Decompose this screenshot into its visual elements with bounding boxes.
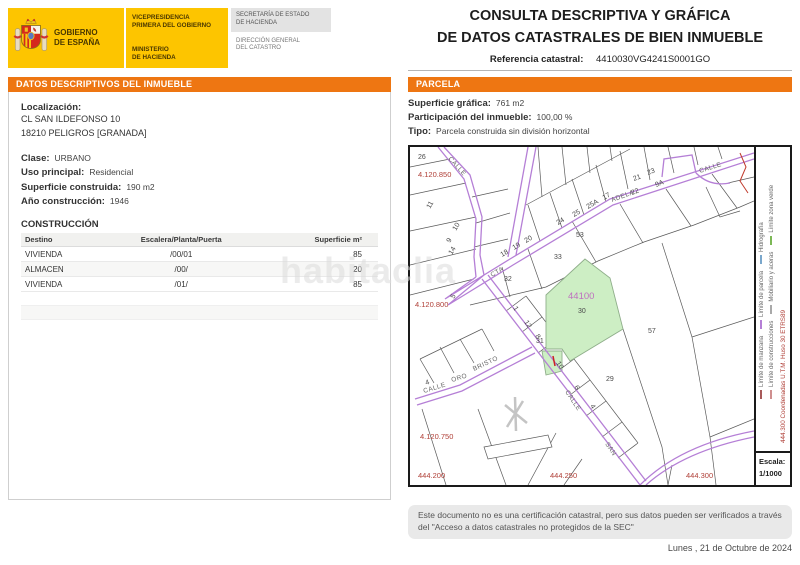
field-value: 190 m2 (126, 181, 155, 192)
property-fields: Clase: URBANO Uso principal: Residencial Sup… (21, 153, 378, 208)
secretaria-block: SECRETARÍA DE ESTADO DE HACIENDA DIRECCI… (231, 8, 331, 68)
logo-line1: GOBIERNO (54, 28, 98, 37)
scale-label: Escala: (759, 457, 786, 466)
map-label: 444.300 (686, 471, 713, 480)
field-row: Uso principal: Residencial (21, 167, 378, 178)
field-label: Superficie construida: (21, 181, 122, 193)
map-scale-box: Escala: 1/1000 (756, 451, 790, 485)
legend-entry: Mobiliario y aceras (769, 252, 775, 314)
logo-line2: DE ESPAÑA (54, 38, 101, 47)
table-row: VIVIENDA/00/01 85 (21, 246, 378, 263)
ministry-block: VICEPRESIDENCIA PRIMERA DEL GOBIERNO MIN… (126, 8, 228, 68)
map-label: 32 (504, 276, 512, 283)
construction-table-body: VIVIENDA/00/01 85 ALMACEN/00/20 VIVIENDA/01… (21, 246, 378, 293)
field-value: Residencial (89, 167, 134, 178)
field-row: Superficie construida: 190 m2 (21, 182, 378, 193)
cadastral-map-svg: 4.120.850 4.120.800 4.120.750 444.200 444.25… (410, 147, 754, 485)
legend-entry: Límite de construcciones (769, 321, 775, 399)
scale-value: 1/1000 (759, 469, 782, 478)
map-label: 57 (648, 328, 656, 335)
col-superficie: Superficie m² (259, 233, 378, 248)
legend-entry: Límite de manzana (759, 336, 765, 399)
field-label: Tipo: (408, 126, 432, 137)
government-header: GOBIERNO DE ESPAÑA VICEPRESIDENCIA PRIME… (8, 8, 331, 68)
map-label: 33 (554, 254, 562, 261)
map-label: 29 (606, 376, 614, 383)
document-date: Lunes , 21 de Octubre de 2024 (667, 543, 792, 553)
gobierno-logo-text: GOBIERNO DE ESPAÑA (54, 28, 100, 48)
address-line2: 18210 PELIGROS [GRANADA] (21, 127, 147, 138)
localizacion-label: Localización: (21, 102, 82, 113)
field-row: Tipo: Parcela construida sin división hor… (408, 126, 792, 137)
legend-row-2: Límite de construcciones Mobiliario y ace… (769, 178, 775, 399)
field-row: Año construcción: 1946 (21, 196, 378, 207)
map-label: 4.120.750 (420, 432, 453, 441)
field-label: Clase: (21, 152, 50, 164)
field-label: Participación del inmueble: (408, 112, 532, 123)
table-row: ALMACEN/00/20 (21, 261, 378, 278)
parcela-fields: Superficie gráfica: 761 m2 Participación d… (408, 95, 792, 140)
section-bar-datos-descriptivos: DATOS DESCRIPTIVOS DEL INMUEBLE (8, 77, 391, 92)
construction-table: Destino Escalera/Planta/Puerta Superfici… (21, 233, 378, 321)
col-escalera: Escalera/Planta/Puerta (103, 233, 260, 248)
map-label: 4.120.850 (418, 170, 451, 179)
utm-coordinates-note: 444.300 Coordenadas U.T.M. Huso 30 ETRS8… (780, 309, 787, 443)
field-label: Uso principal: (21, 167, 85, 179)
spain-coat-of-arms-icon (13, 18, 49, 51)
direccion-general-label: DIRECCIÓN GENERAL DEL CATASTRO (236, 37, 301, 52)
referencia-label: Referencia catastral: (489, 53, 584, 65)
page-title-line1: CONSULTA DESCRIPTIVA Y GRÁFICA (469, 8, 731, 24)
field-value: Parcela construida sin división horizont… (436, 126, 590, 136)
disclaimer-note: Este documento no es una certificación c… (408, 505, 792, 539)
legend-entry: Hidrografía (759, 222, 765, 264)
cadastral-document-page: GOBIERNO DE ESPAÑA VICEPRESIDENCIA PRIME… (0, 0, 800, 565)
section-bar-parcela: PARCELA (408, 77, 792, 92)
ministerio-label: MINISTERIO DE HACIENDA (132, 45, 176, 61)
construction-table-empty-rows (21, 291, 378, 321)
field-value: URBANO (54, 152, 91, 163)
legend-entry: Límite zona verde (769, 185, 775, 245)
map-label: 444.200 (418, 471, 445, 480)
field-value: 100,00 % (536, 112, 573, 122)
map-label: 26 (418, 154, 426, 161)
field-value: 1946 (109, 196, 129, 207)
field-row: Clase: URBANO (21, 153, 378, 164)
field-label: Superficie gráfica: (408, 98, 491, 109)
referencia-value: 4410030VG4241S0001GO (596, 53, 711, 65)
map-label: 30 (578, 308, 586, 315)
construccion-title: CONSTRUCCIÓN (21, 219, 99, 231)
map-legend-strip: Límite de manzana Límite de parcela Hidrog… (754, 147, 790, 485)
map-label: 44100 (568, 291, 594, 302)
table-row: VIVIENDA/01/85 (21, 276, 378, 293)
map-label: 444.250 (550, 471, 577, 480)
field-value: 761 m2 (495, 98, 525, 108)
map-label: 53 (576, 232, 584, 239)
document-title-block: CONSULTA DESCRIPTIVA Y GRÁFICA DE DATOS … (408, 6, 792, 71)
field-label: Año construcción: (21, 196, 105, 208)
address-line1: CL SAN ILDEFONSO 10 (21, 114, 121, 124)
construction-table-header: Destino Escalera/Planta/Puerta Superfici… (21, 233, 378, 248)
datos-descriptivos-panel: Localización: CL SAN ILDEFONSO 10 18210 … (8, 92, 391, 500)
cadastral-map: 4.120.850 4.120.800 4.120.750 444.200 444.25… (408, 145, 792, 487)
map-label: 4.120.800 (415, 300, 448, 309)
referencia-catastral-row: Referencia catastral: 4410030VG4241S0001… (408, 54, 792, 65)
col-destino: Destino (21, 233, 104, 248)
field-row: Superficie gráfica: 761 m2 (408, 98, 792, 109)
page-title-line2: DE DATOS CATASTRALES DE BIEN INMUEBLE (437, 29, 763, 46)
legend-entry: Límite de parcela (759, 271, 765, 329)
gobierno-logo-block: GOBIERNO DE ESPAÑA (8, 8, 126, 68)
field-row: Participación del inmueble: 100,00 % (408, 112, 792, 123)
legend-row-1: Límite de manzana Límite de parcela Hidrog… (759, 215, 765, 399)
secretaria-label: SECRETARÍA DE ESTADO DE HACIENDA (231, 8, 331, 32)
vicepresidencia-label: VICEPRESIDENCIA PRIMERA DEL GOBIERNO (132, 14, 212, 30)
